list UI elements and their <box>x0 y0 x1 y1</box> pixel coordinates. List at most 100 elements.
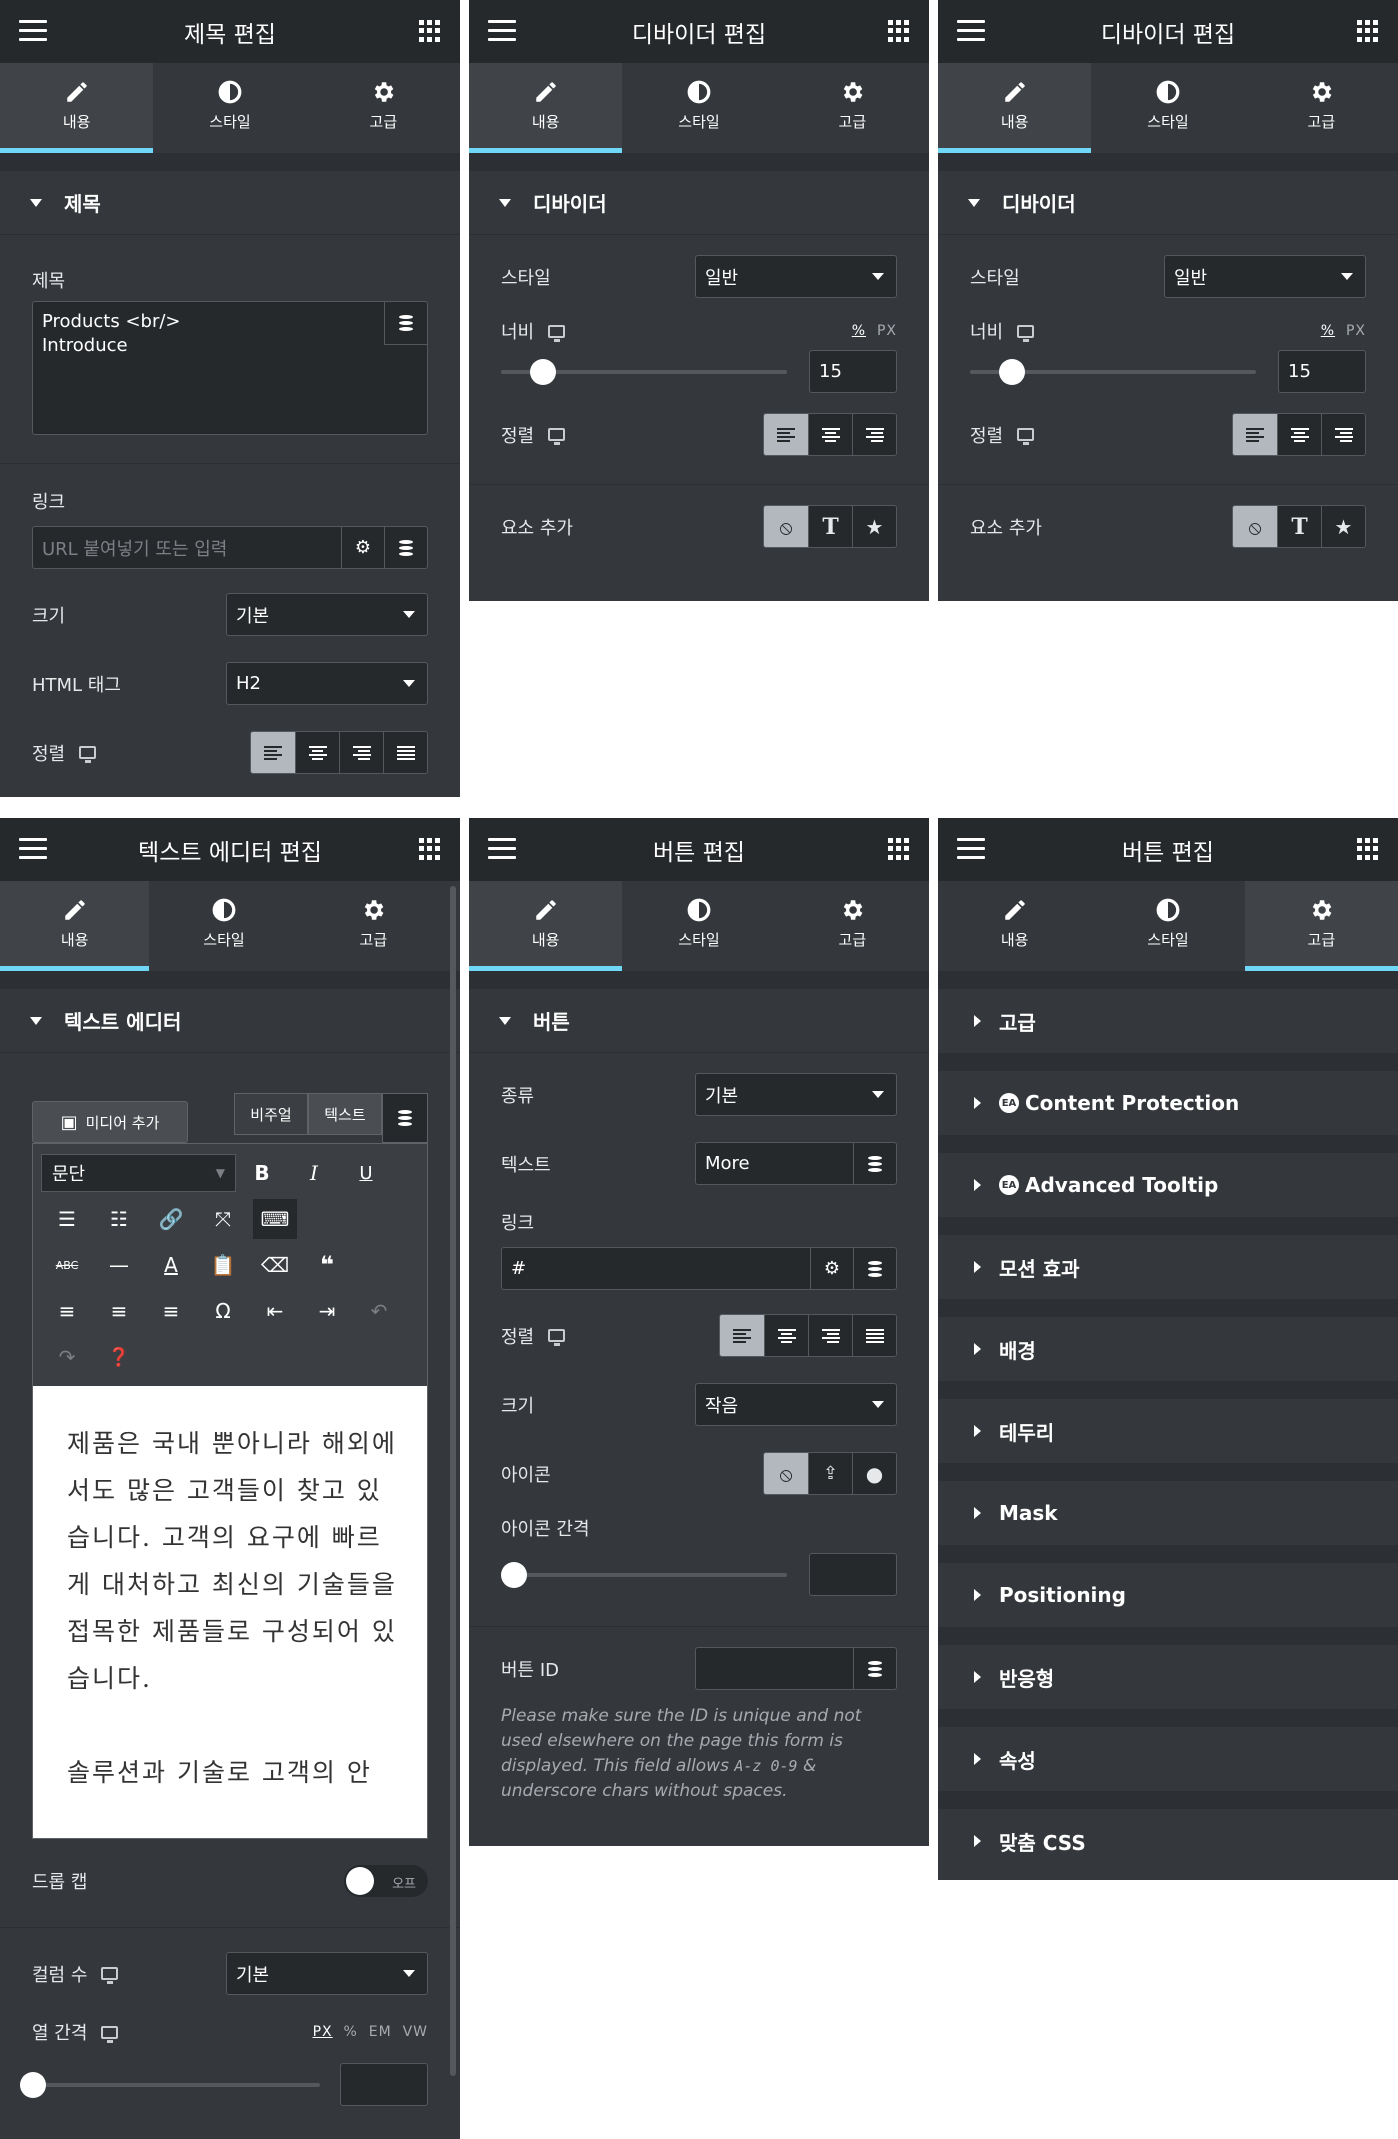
column-gap-input[interactable] <box>340 2063 428 2106</box>
align-left-button[interactable] <box>720 1315 764 1356</box>
width-input[interactable]: 15 <box>1278 350 1366 393</box>
strikethrough-icon[interactable]: ABC <box>41 1259 93 1272</box>
tab-style[interactable]: 스타일 <box>153 63 306 153</box>
widgets-grid-icon[interactable] <box>1357 838 1379 860</box>
desktop-icon[interactable] <box>1017 324 1035 342</box>
section-mask[interactable]: Mask <box>938 1481 1398 1545</box>
align-right-button[interactable] <box>808 1315 852 1356</box>
button-id-input[interactable] <box>695 1647 897 1690</box>
hamburger-icon[interactable] <box>19 838 47 860</box>
italic-icon[interactable]: I <box>288 1161 340 1185</box>
dynamic-tags-button[interactable] <box>384 302 427 345</box>
align-left-button[interactable] <box>1233 414 1277 455</box>
html-tag-select[interactable]: H2 <box>226 662 428 705</box>
align-right-button[interactable] <box>852 414 896 455</box>
icon-button[interactable]: ★ <box>852 506 896 547</box>
column-gap-slider[interactable] <box>20 2071 320 2098</box>
align-center-button[interactable] <box>1277 414 1321 455</box>
desktop-icon[interactable] <box>548 428 566 445</box>
scrollbar[interactable] <box>450 886 456 2076</box>
underline-icon[interactable]: U <box>340 1163 392 1184</box>
section-border[interactable]: 테두리 <box>938 1399 1398 1463</box>
tab-content[interactable]: 내용 <box>0 881 150 971</box>
none-button[interactable]: ⦸ <box>1233 506 1277 547</box>
outdent-icon[interactable]: ⇤ <box>249 1299 301 1323</box>
hamburger-icon[interactable] <box>488 20 516 42</box>
bold-icon[interactable]: B <box>236 1161 288 1185</box>
section-attributes[interactable]: 속성 <box>938 1727 1398 1791</box>
add-media-button[interactable]: ▣ 미디어 추가 <box>32 1101 188 1143</box>
dynamic-tags-button[interactable] <box>853 1143 896 1184</box>
text-color-icon[interactable]: A <box>145 1253 197 1277</box>
upload-svg-button[interactable]: ⇪ <box>808 1453 852 1494</box>
section-background[interactable]: 배경 <box>938 1317 1398 1381</box>
desktop-icon[interactable] <box>79 746 97 763</box>
hamburger-icon[interactable] <box>488 838 516 860</box>
type-select[interactable]: 기본 <box>695 1073 897 1116</box>
columns-select[interactable]: 기본 <box>226 1952 428 1995</box>
undo-icon[interactable]: ↶ <box>353 1299 405 1323</box>
section-positioning[interactable]: Positioning <box>938 1563 1398 1627</box>
widgets-grid-icon[interactable] <box>888 838 910 860</box>
dynamic-tags-button[interactable] <box>384 527 427 568</box>
align-right-button[interactable] <box>339 732 383 773</box>
icon-gap-slider[interactable] <box>501 1561 787 1588</box>
text-button[interactable]: T <box>808 506 852 547</box>
tab-advanced[interactable]: 고급 <box>776 881 929 971</box>
align-center-button[interactable] <box>808 414 852 455</box>
tab-content[interactable]: 내용 <box>938 881 1091 971</box>
tab-advanced[interactable]: 고급 <box>1244 881 1398 971</box>
align-center-button[interactable] <box>295 732 339 773</box>
indent-icon[interactable]: ⇥ <box>301 1299 353 1323</box>
unit-switcher[interactable]: % PX <box>1321 323 1366 339</box>
align-left-icon[interactable]: ≡ <box>41 1299 93 1323</box>
link-icon[interactable]: 🔗 <box>145 1207 197 1231</box>
dynamic-tags-button[interactable] <box>853 1248 896 1289</box>
size-select[interactable]: 기본 <box>226 593 428 636</box>
align-center-icon[interactable]: ≡ <box>93 1299 145 1323</box>
align-right-button[interactable] <box>1321 414 1365 455</box>
blockquote-icon[interactable]: ❝ <box>301 1251 353 1279</box>
icon-library-button[interactable]: ● <box>852 1453 896 1494</box>
tab-advanced[interactable]: 고급 <box>299 881 448 971</box>
tab-content[interactable]: 내용 <box>0 63 154 153</box>
tab-style[interactable]: 스타일 <box>622 881 775 971</box>
link-input[interactable]: URL 붙여넣기 또는 입력 ⚙ <box>32 526 428 569</box>
width-slider[interactable] <box>501 358 787 385</box>
desktop-icon[interactable] <box>1017 428 1035 445</box>
unit-switcher[interactable]: PX % EM VW <box>313 2024 428 2040</box>
paste-text-icon[interactable]: 📋 <box>197 1253 249 1277</box>
redo-icon[interactable]: ↷ <box>41 1345 93 1369</box>
fullscreen-icon[interactable]: ⤧ <box>197 1207 249 1231</box>
align-justify-button[interactable] <box>383 732 427 773</box>
tab-content[interactable]: 내용 <box>938 63 1092 153</box>
tab-style[interactable]: 스타일 <box>1091 881 1244 971</box>
tab-text[interactable]: 텍스트 <box>308 1093 382 1135</box>
bullet-list-icon[interactable]: ☰ <box>41 1207 93 1231</box>
tab-style[interactable]: 스타일 <box>622 63 775 153</box>
link-options-button[interactable]: ⚙ <box>341 527 384 568</box>
desktop-icon[interactable] <box>101 2025 119 2043</box>
section-header[interactable]: 버튼 <box>469 989 929 1053</box>
section-content-protection[interactable]: EA Content Protection <box>938 1071 1398 1135</box>
desktop-icon[interactable] <box>548 1329 566 1346</box>
drop-cap-toggle[interactable]: 오프 <box>344 1865 428 1897</box>
slider-handle[interactable] <box>501 1561 527 1588</box>
width-input[interactable]: 15 <box>809 350 897 393</box>
tab-style[interactable]: 스타일 <box>149 881 298 971</box>
special-char-icon[interactable]: Ω <box>197 1299 249 1323</box>
section-header[interactable]: 디바이더 <box>469 171 929 235</box>
desktop-icon[interactable] <box>101 1967 119 1984</box>
tab-style[interactable]: 스타일 <box>1091 63 1244 153</box>
section-header[interactable]: 제목 <box>0 171 460 235</box>
icon-gap-input[interactable] <box>809 1553 897 1596</box>
button-text-input[interactable]: More <box>695 1142 897 1185</box>
tab-content[interactable]: 내용 <box>469 63 623 153</box>
clear-format-icon[interactable]: ⌫ <box>249 1253 301 1277</box>
tab-advanced[interactable]: 고급 <box>1245 63 1398 153</box>
align-left-button[interactable] <box>251 732 295 773</box>
tab-advanced[interactable]: 고급 <box>776 63 929 153</box>
align-left-button[interactable] <box>764 414 808 455</box>
section-motion-effects[interactable]: 모션 효과 <box>938 1235 1398 1299</box>
slider-handle[interactable] <box>999 358 1025 385</box>
